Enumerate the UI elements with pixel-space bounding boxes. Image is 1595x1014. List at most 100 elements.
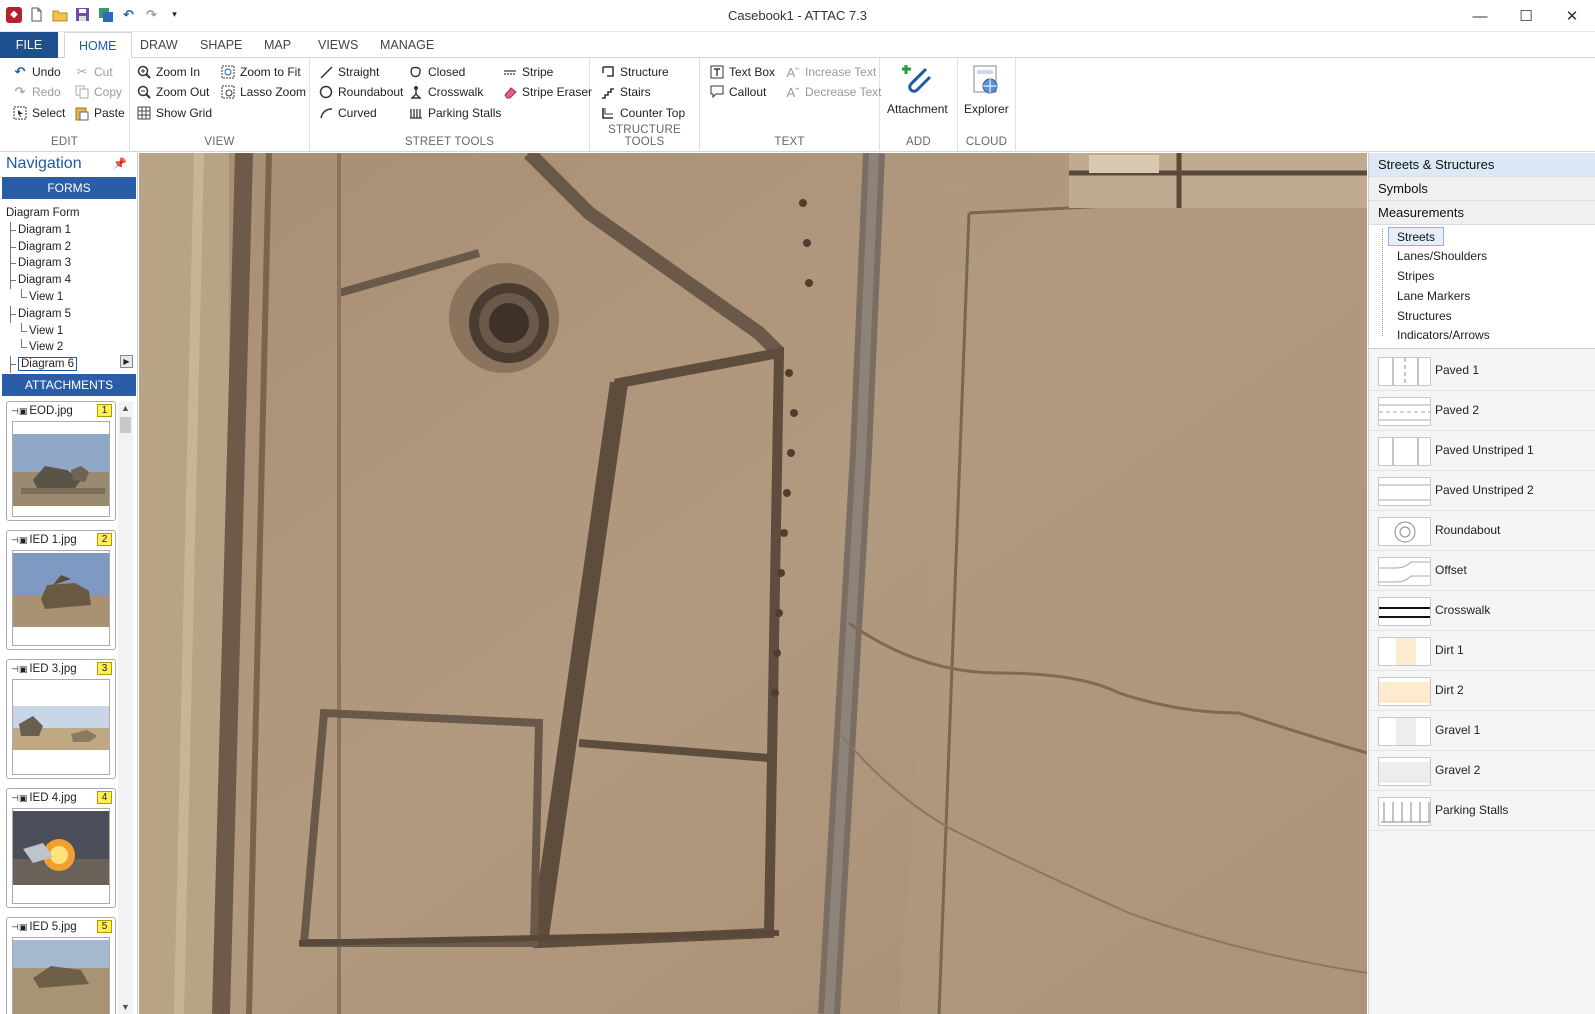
curved-line-icon (318, 105, 334, 121)
callout-icon (709, 84, 725, 100)
attachment-button[interactable]: Attachment (887, 62, 948, 116)
tree-item-diagram-form[interactable]: Diagram Form (6, 205, 136, 222)
close-button[interactable]: ✕ (1549, 0, 1595, 32)
tree-item-diagram-6[interactable]: Diagram 6 (6, 356, 136, 373)
tree-item-diagram-3[interactable]: Diagram 3 (6, 255, 136, 272)
attachment-thumbnail (12, 550, 110, 646)
symbol-paved-2[interactable]: Paved 2 (1369, 391, 1595, 431)
tree-item-diagram-2[interactable]: Diagram 2 (6, 238, 136, 256)
crosswalk-button[interactable]: Crosswalk (408, 82, 483, 102)
symbol-offset[interactable]: Offset (1369, 551, 1595, 591)
symbol-dirt-1[interactable]: Dirt 1 (1369, 631, 1595, 671)
edit-group-label: EDIT (51, 136, 78, 148)
symbol-paved-unstriped-1[interactable]: Paved Unstriped 1 (1369, 431, 1595, 471)
lasso-zoom-button[interactable]: Lasso Zoom (220, 82, 306, 102)
attachment-item-4[interactable]: ⊣▣ IED 4.jpg 4 (6, 788, 116, 908)
tree-item-diagram-5-view-2[interactable]: View 2 (6, 339, 136, 356)
scissors-icon: ✂ (76, 64, 88, 79)
undo-button[interactable]: ↶ Undo (12, 62, 61, 82)
symbol-label: Dirt 2 (1435, 683, 1464, 697)
redo-button[interactable]: ↷ Redo (12, 82, 61, 102)
map-canvas[interactable] (139, 153, 1367, 1014)
tab-home[interactable]: HOME (64, 32, 132, 59)
decrease-text-button[interactable]: Aˇ Decrease Text (785, 82, 882, 102)
explorer-button[interactable]: Explorer (964, 62, 1009, 116)
increase-text-button[interactable]: Aˆ Increase Text (785, 62, 877, 82)
attachment-item-3[interactable]: ⊣▣ IED 3.jpg 3 (6, 659, 116, 779)
paved-unstriped-1-preview-icon (1378, 437, 1431, 466)
tree-item-diagram-4[interactable]: Diagram 4 (6, 272, 136, 289)
category-structures[interactable]: Structures (1397, 307, 1452, 326)
attachment-item-5[interactable]: ⊣▣ IED 5.jpg 5 (6, 917, 116, 1014)
tab-file[interactable]: FILE (0, 32, 58, 58)
paste-button[interactable]: Paste (74, 103, 125, 123)
maximize-button[interactable]: ☐ (1503, 0, 1549, 32)
symbol-dirt-2[interactable]: Dirt 2 (1369, 671, 1595, 711)
scroll-up-icon[interactable]: ▲ (118, 401, 133, 415)
tab-map[interactable]: MAP (250, 32, 305, 58)
tree-item-diagram-5[interactable]: Diagram 5 (6, 305, 136, 323)
zoom-in-button[interactable]: Zoom In (136, 62, 200, 82)
tab-symbols[interactable]: Symbols (1369, 177, 1595, 201)
closed-button[interactable]: Closed (408, 62, 465, 82)
stripe-button[interactable]: Stripe (502, 62, 553, 82)
tab-streets-structures[interactable]: Streets & Structures (1369, 153, 1595, 177)
symbol-paved-1[interactable]: Paved 1 (1369, 351, 1595, 391)
attachment-item-1[interactable]: ⊣▣ EOD.jpg 1 (6, 401, 116, 521)
stairs-button[interactable]: Stairs (600, 82, 651, 102)
category-stripes[interactable]: Stripes (1397, 267, 1434, 286)
text-group: Text Box Callout Aˆ Increase Text Aˇ Dec… (700, 58, 882, 152)
attachment-item-2[interactable]: ⊣▣ IED 1.jpg 2 (6, 530, 116, 650)
counter-top-button[interactable]: Counter Top (600, 103, 685, 123)
tab-views[interactable]: VIEWS (304, 32, 372, 58)
tree-item-diagram-4-view-1[interactable]: View 1 (6, 288, 136, 306)
symbol-parking-stalls[interactable]: Parking Stalls (1369, 791, 1595, 831)
stripe-eraser-button[interactable]: Stripe Eraser (502, 82, 592, 102)
forms-section-header[interactable]: FORMS (2, 177, 136, 199)
tab-manage[interactable]: MANAGE (366, 32, 448, 58)
roundabout-label: Roundabout (338, 85, 404, 99)
show-grid-button[interactable]: Show Grid (136, 103, 212, 123)
attachments-section-header[interactable]: ATTACHMENTS (2, 374, 136, 396)
zoom-out-button[interactable]: Zoom Out (136, 82, 209, 102)
copy-button[interactable]: Copy (74, 82, 122, 102)
symbol-roundabout[interactable]: Roundabout (1369, 511, 1595, 551)
roundabout-button[interactable]: Roundabout (318, 82, 403, 102)
view-group-label: VIEW (204, 136, 235, 148)
symbol-paved-unstriped-2[interactable]: Paved Unstriped 2 (1369, 471, 1595, 511)
tab-measurements[interactable]: Measurements (1369, 201, 1595, 225)
tree-expand-arrow-icon[interactable]: ▶ (120, 355, 133, 368)
add-group-label: ADD (906, 136, 931, 148)
category-indicators-arrows[interactable]: Indicators/Arrows (1397, 326, 1490, 345)
tree-item-diagram-5-view-1[interactable]: View 1 (6, 322, 136, 340)
category-lane-markers[interactable]: Lane Markers (1397, 287, 1470, 306)
attachments-scrollbar[interactable]: ▲ ▼ (118, 401, 133, 1014)
tab-draw[interactable]: DRAW (126, 32, 192, 58)
text-box-button[interactable]: Text Box (709, 62, 775, 82)
parking-stalls-button[interactable]: Parking Stalls (408, 103, 501, 123)
scroll-thumb[interactable] (120, 417, 131, 433)
cut-button[interactable]: ✂ Cut (74, 62, 113, 82)
parking-stalls-icon (408, 105, 424, 121)
scroll-down-icon[interactable]: ▼ (118, 1000, 133, 1014)
symbol-gravel-1[interactable]: Gravel 1 (1369, 711, 1595, 751)
straight-button[interactable]: Straight (318, 62, 379, 82)
zoom-to-fit-button[interactable]: Zoom to Fit (220, 62, 301, 82)
symbol-crosswalk[interactable]: Crosswalk (1369, 591, 1595, 631)
tab-shape[interactable]: SHAPE (186, 32, 256, 58)
attachment-number-badge: 1 (97, 404, 112, 417)
select-button[interactable]: Select (12, 103, 65, 123)
cloud-group: Explorer CLOUD (958, 58, 1016, 152)
curved-button[interactable]: Curved (318, 103, 377, 123)
minimize-button[interactable]: — (1457, 0, 1503, 32)
attachment-label: Attachment (887, 102, 948, 116)
category-lanes-shoulders[interactable]: Lanes/Shoulders (1397, 247, 1487, 266)
pin-icon[interactable]: 📌 (113, 157, 127, 170)
lasso-zoom-label: Lasso Zoom (240, 85, 307, 99)
tree-item-diagram-1[interactable]: Diagram 1 (6, 221, 136, 239)
callout-button[interactable]: Callout (709, 82, 766, 102)
street-tools-label: STREET TOOLS (404, 136, 495, 148)
symbol-gravel-2[interactable]: Gravel 2 (1369, 751, 1595, 791)
structure-button[interactable]: Structure (600, 62, 669, 82)
category-streets[interactable]: Streets (1388, 227, 1445, 246)
